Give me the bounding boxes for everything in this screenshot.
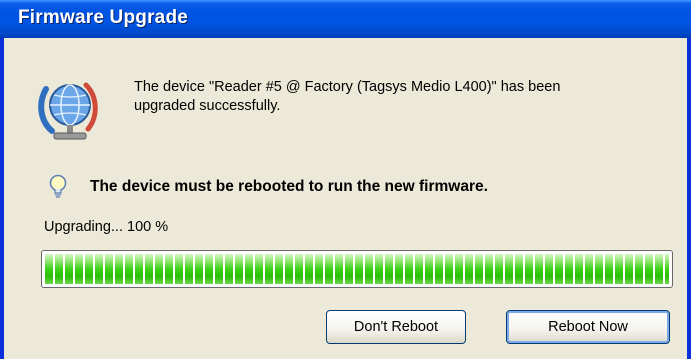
reboot-warning: The device must be rebooted to run the n… — [90, 178, 488, 195]
progress-fill — [45, 254, 669, 284]
progress-status: Upgrading... 100 % — [44, 219, 169, 235]
lightbulb-icon — [49, 174, 67, 198]
dont-reboot-button[interactable]: Don't Reboot — [326, 310, 466, 344]
window-title: Firmware Upgrade — [18, 7, 189, 28]
message-line-2: upgraded successfully. — [134, 98, 281, 114]
dialog-content: The device "Reader #5 @ Factory (Tagsys … — [4, 38, 687, 359]
upgrade-progress-bar — [41, 250, 673, 288]
globe-network-icon — [38, 82, 98, 140]
firmware-upgrade-dialog: Firmware Upgrade The device "Reader #5 @… — [0, 0, 691, 359]
message-line-1: The device "Reader #5 @ Factory (Tagsys … — [134, 79, 561, 95]
title-bar[interactable]: Firmware Upgrade — [0, 0, 691, 38]
progress-track — [45, 254, 669, 284]
success-message: The device "Reader #5 @ Factory (Tagsys … — [134, 78, 674, 116]
reboot-now-button[interactable]: Reboot Now — [506, 310, 670, 344]
